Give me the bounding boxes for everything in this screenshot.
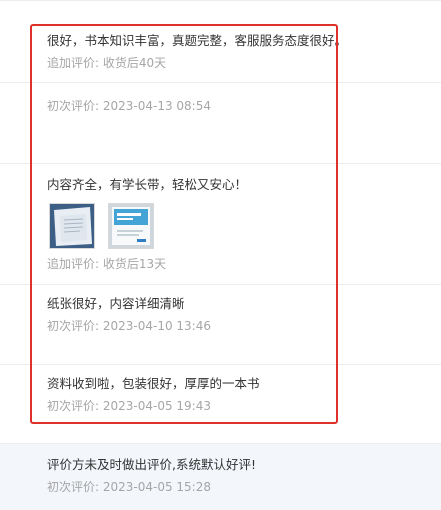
followup-review-label: 追加评价: 收货后40天 (47, 56, 167, 70)
initial-review-date: 初次评价: 2023-04-05 19:43 (47, 399, 211, 413)
divider (0, 364, 441, 365)
divider (0, 82, 441, 83)
review-content: 资料收到啦，包装很好，厚厚的一本书 (47, 376, 260, 391)
divider (0, 0, 441, 1)
review-list: 很好，书本知识丰富，真题完整，客服服务态度很好。 追加评价: 收货后40天 初次… (0, 0, 441, 510)
review-content: 内容齐全，有学长带，轻松又安心！ (47, 177, 248, 192)
initial-review-date: 初次评价: 2023-04-10 13:46 (47, 319, 211, 333)
divider (0, 284, 441, 285)
divider (0, 163, 441, 164)
review-content: 纸张很好，内容详细清晰 (47, 296, 185, 311)
followup-review-label: 追加评价: 收货后13天 (47, 257, 167, 271)
book-photo-cover (109, 204, 153, 248)
initial-review-date: 初次评价: 2023-04-13 08:54 (47, 99, 211, 113)
review-row-default (0, 443, 441, 510)
review-image-thumbnail[interactable] (49, 203, 95, 249)
initial-review-date: 初次评价: 2023-04-05 15:28 (47, 480, 211, 494)
book-photo-open-pages (50, 204, 94, 248)
divider (0, 443, 441, 444)
review-content: 很好，书本知识丰富，真题完整，客服服务态度很好。 (47, 33, 348, 48)
review-content: 评价方未及时做出评价,系统默认好评! (47, 457, 256, 472)
review-image-thumbnail[interactable] (108, 203, 154, 249)
